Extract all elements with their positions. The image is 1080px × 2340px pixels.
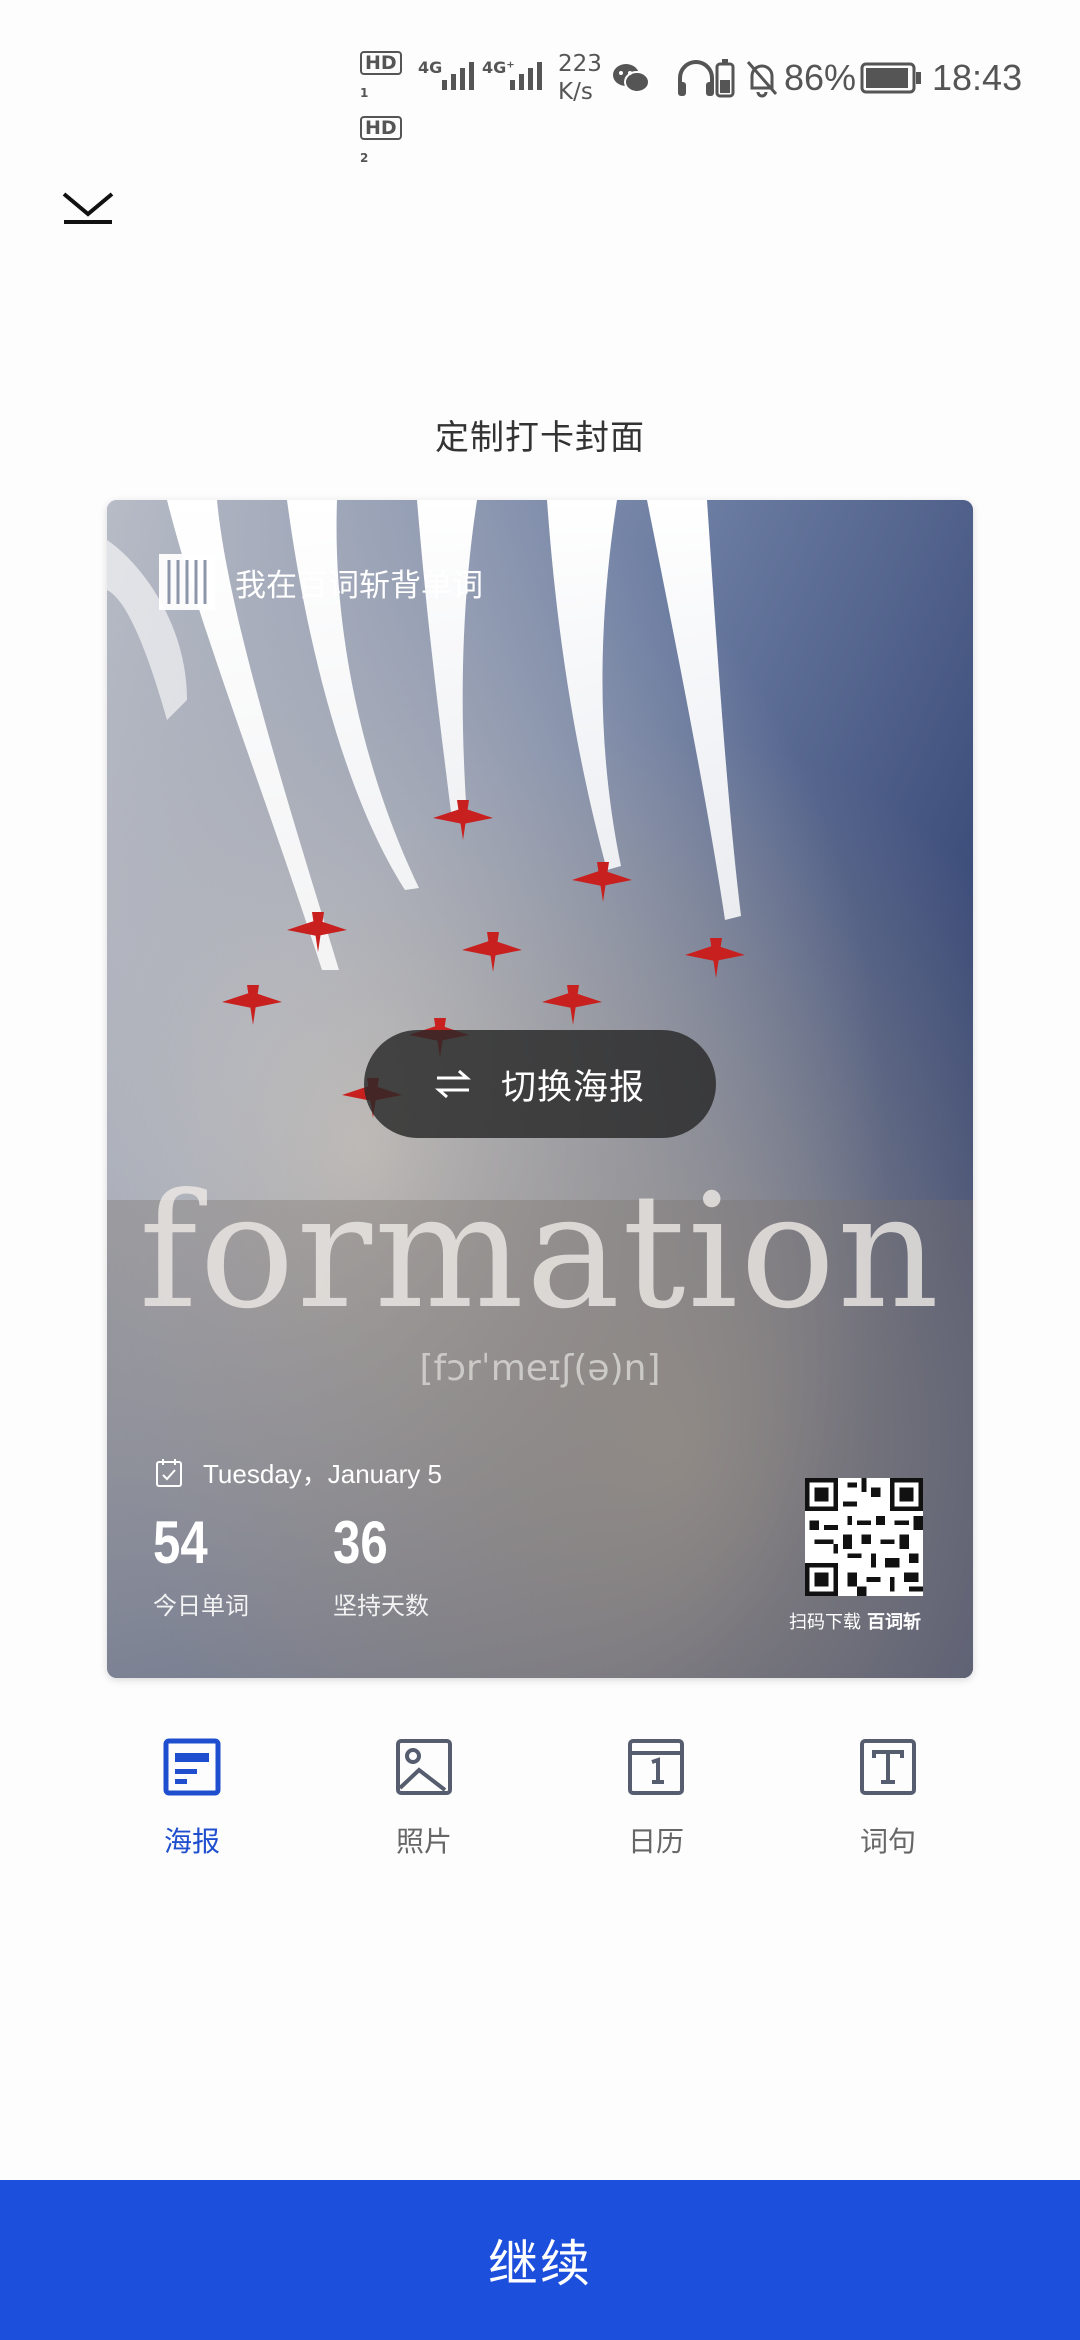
stat-label: 今日单词	[153, 1592, 249, 1620]
calendar-icon	[628, 1739, 684, 1795]
tab-label: 照片	[395, 1825, 452, 1858]
stat-value: 36	[333, 1509, 388, 1576]
tab-label: 词句	[859, 1825, 916, 1858]
collapse-button[interactable]	[58, 184, 118, 230]
switch-poster-button[interactable]: 切换海报	[364, 1030, 716, 1138]
network-speed: 223 K/s	[558, 51, 602, 105]
poster-card: 我在百词斩背单词 切换海报 formation [fɔrˈmeɪʃ(ə)n] T…	[107, 500, 973, 1678]
baicizhan-logo-icon	[159, 554, 215, 610]
continue-button[interactable]: 继续	[0, 2180, 1080, 2340]
brand-header: 我在百词斩背单词	[159, 552, 483, 612]
switch-poster-label: 切换海报	[500, 1067, 645, 1108]
stat-value: 54	[153, 1509, 208, 1576]
battery-percent: 86%	[784, 57, 857, 98]
page-title: 定制打卡封面	[435, 418, 645, 458]
stat-today-words: 54 今日单词	[153, 1508, 249, 1621]
photo-icon	[396, 1739, 452, 1795]
chevron-down-icon	[62, 192, 114, 224]
swap-arrows-icon	[434, 1069, 471, 1099]
qr-code	[805, 1478, 923, 1596]
date-text: Tuesday，January 5	[203, 1459, 442, 1489]
poster-icon	[163, 1738, 221, 1796]
tab-label: 海报	[163, 1825, 220, 1858]
phonetic-text: [fɔrˈmeɪʃ(ə)n]	[419, 1348, 661, 1389]
headphone-battery-icon	[715, 59, 735, 98]
stat-streak-days: 36 坚持天数	[333, 1508, 429, 1621]
headphones-icon	[678, 60, 714, 96]
clock: 18:43	[932, 57, 1023, 98]
mute-bell-icon	[746, 61, 778, 98]
wechat-icon	[613, 64, 650, 93]
text-icon	[860, 1739, 916, 1795]
calendar-check-icon	[156, 1458, 182, 1487]
qr-caption: 扫码下载 百词斩	[789, 1612, 921, 1633]
date-row: Tuesday，January 5	[155, 1454, 442, 1491]
tab-label: 日历	[627, 1825, 684, 1858]
status-bar: HD1 HD2 4G 4G⁺ 223 K/s 86% 18:43	[0, 0, 1080, 165]
style-tabs: 海报 照片 日历 词句	[0, 1738, 1080, 1878]
tab-poster[interactable]: 海报	[132, 1738, 252, 1860]
stat-label: 坚持天数	[333, 1592, 429, 1620]
tab-sentence[interactable]: 词句	[828, 1738, 948, 1860]
tab-photo[interactable]: 照片	[364, 1738, 484, 1860]
brand-text: 我在百词斩背单词	[235, 567, 483, 604]
tab-calendar[interactable]: 日历	[596, 1738, 716, 1860]
hd-indicator: HD1 HD2	[360, 48, 410, 179]
word-text: formation	[138, 1160, 942, 1344]
battery-icon	[860, 62, 921, 94]
